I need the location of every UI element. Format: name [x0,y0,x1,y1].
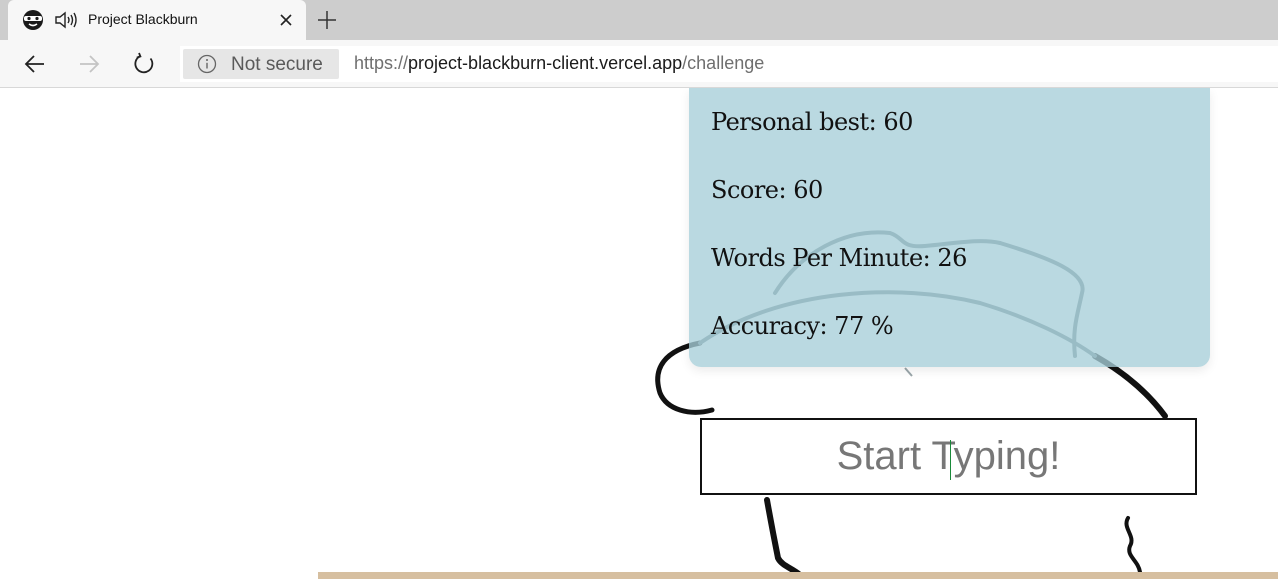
info-icon [197,54,217,74]
security-indicator[interactable]: Not secure [183,49,339,79]
url-scheme: https:// [354,53,409,73]
security-label: Not secure [231,54,323,75]
tab-title: Project Blackburn [88,11,198,27]
typing-box [700,418,1197,495]
floor-strip [318,572,1278,579]
page-viewport: Personal best: 60 Score: 60 Words Per Mi… [0,88,1278,579]
reload-icon[interactable] [131,51,157,77]
new-tab-icon[interactable] [316,9,338,31]
tab-strip: Project Blackburn [0,0,1278,40]
score-stat: Score: 60 [711,176,823,204]
browser-tab[interactable]: Project Blackburn [8,0,306,40]
wpm-stat: Words Per Minute: 26 [711,244,967,272]
speaker-playing-icon[interactable] [54,10,78,30]
address-bar[interactable]: Not secure https://project-blackburn-cli… [180,46,1278,82]
typing-input[interactable] [702,420,1195,493]
url-text[interactable]: https://project-blackburn-client.vercel.… [354,53,764,74]
accuracy-stat: Accuracy: 77 % [711,312,894,340]
url-path: /challenge [682,53,765,73]
back-arrow-icon[interactable] [22,51,48,77]
url-host: project-blackburn-client.vercel.app [408,53,683,73]
browser-toolbar: Not secure https://project-blackburn-cli… [0,40,1278,88]
stats-card: Personal best: 60 Score: 60 Words Per Mi… [689,88,1210,367]
text-caret [950,440,951,480]
masked-face-icon [23,10,43,30]
personal-best-stat: Personal best: 60 [711,108,913,136]
close-icon[interactable] [278,12,294,28]
forward-arrow-icon[interactable] [76,51,102,77]
